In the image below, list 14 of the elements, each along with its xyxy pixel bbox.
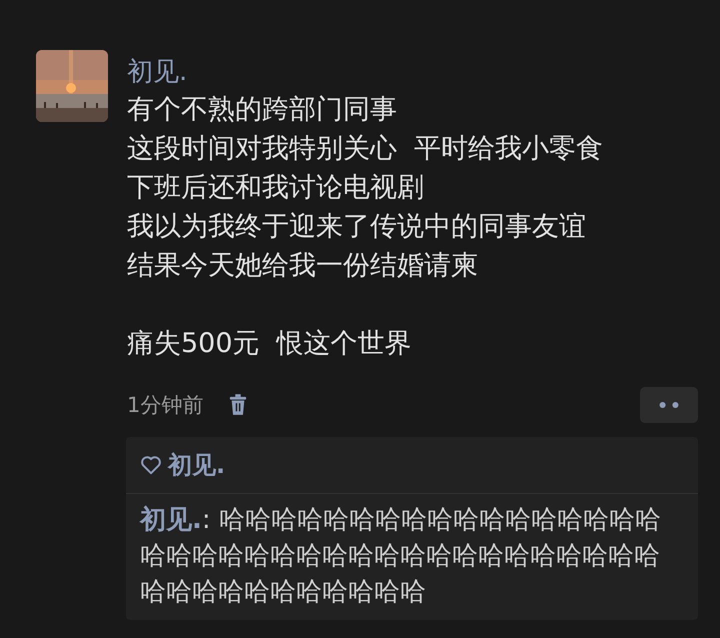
post-text: 这段时间对我特别关心 平时给我小零食	[127, 132, 604, 166]
like-name[interactable]: 初见.	[168, 449, 226, 481]
more-button[interactable]	[640, 387, 698, 423]
post-text: 下班后还和我讨论电视剧	[127, 171, 425, 205]
heart-icon	[140, 455, 162, 475]
post-text: 我以为我终于迎来了传说中的同事友谊	[127, 210, 587, 244]
author-name[interactable]: 初见.	[127, 54, 188, 90]
post-text: 有个不熟的跨部门同事	[127, 93, 398, 127]
post-text: 痛失500元 恨这个世界	[127, 327, 413, 361]
post-time: 1分钟前	[127, 392, 204, 419]
delete-icon[interactable]	[229, 394, 248, 416]
post-text: 结果今天她给我一份结婚请柬	[127, 249, 479, 283]
comment-text: 初见.: 哈哈哈哈哈哈哈哈哈哈哈哈哈哈哈哈哈哈哈哈哈哈哈哈哈哈哈哈哈哈哈哈哈哈哈哈哈哈哈哈哈哈哈哈哈哈哈哈	[138, 504, 662, 609]
dots-icon	[658, 401, 680, 409]
